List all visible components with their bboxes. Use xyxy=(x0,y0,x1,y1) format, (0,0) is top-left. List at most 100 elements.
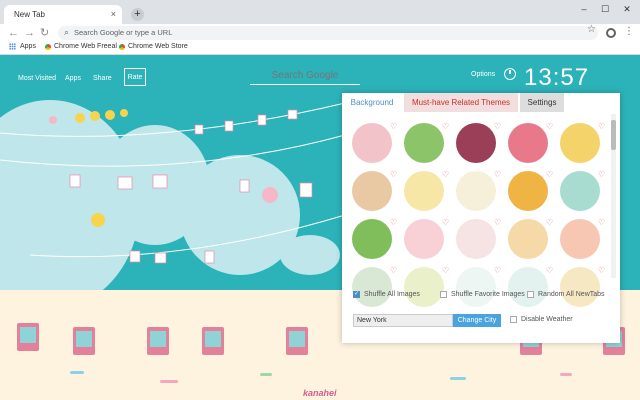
options-link[interactable]: Options xyxy=(471,71,495,78)
background-thumbnail[interactable]: ♡ xyxy=(558,217,610,265)
thumbnail-image[interactable] xyxy=(508,123,548,163)
background-thumbnail[interactable]: ♡ xyxy=(454,121,506,169)
background-thumbnail[interactable]: ♡ xyxy=(558,121,610,169)
background-thumbnail[interactable]: ♡ xyxy=(506,169,558,217)
thumbnail-image[interactable] xyxy=(456,171,496,211)
omnibox[interactable]: ⌕ Search Google or type a URL xyxy=(58,26,598,40)
thumbnail-image[interactable] xyxy=(456,219,496,259)
clock-icon[interactable] xyxy=(504,68,516,80)
checkbox[interactable] xyxy=(440,291,447,298)
thumbnail-image[interactable] xyxy=(404,219,444,259)
background-thumbnail[interactable]: ♡ xyxy=(558,169,610,217)
page-search-input[interactable] xyxy=(250,67,360,85)
background-thumbnail[interactable]: ♡ xyxy=(558,265,610,313)
heart-icon[interactable]: ♡ xyxy=(390,266,397,275)
close-window-icon[interactable]: ✕ xyxy=(620,4,634,15)
heart-icon[interactable]: ♡ xyxy=(546,218,553,227)
most-visited-link[interactable]: Most Visited xyxy=(18,75,56,82)
heart-icon[interactable]: ♡ xyxy=(390,122,397,131)
heart-icon[interactable]: ♡ xyxy=(598,122,605,131)
option-shuffle-all[interactable]: Shuffle All Images xyxy=(353,290,420,298)
option-shuffle-favorite[interactable]: Shuffle Favorite Images xyxy=(440,291,525,298)
change-city-button[interactable]: Change City xyxy=(453,314,501,327)
thumbnail-image[interactable] xyxy=(508,171,548,211)
heart-icon[interactable]: ♡ xyxy=(598,170,605,179)
thumbnail-image[interactable] xyxy=(404,267,444,307)
apps-link[interactable]: Apps xyxy=(65,75,81,82)
background-thumbnail[interactable]: ♡ xyxy=(454,169,506,217)
heart-icon[interactable]: ♡ xyxy=(390,170,397,179)
heart-icon[interactable]: ♡ xyxy=(494,266,501,275)
thumbnail-image[interactable] xyxy=(508,267,548,307)
background-thumbnail[interactable]: ♡ xyxy=(454,217,506,265)
rate-button[interactable]: Rate xyxy=(124,68,146,86)
disable-weather-option[interactable]: Disable Weather xyxy=(510,316,573,323)
background-thumbnail[interactable]: ♡ xyxy=(350,169,402,217)
thumbnail-image[interactable] xyxy=(560,219,600,259)
background-thumbnail[interactable]: ♡ xyxy=(402,121,454,169)
thumbnail-image[interactable] xyxy=(404,171,444,211)
heart-icon[interactable]: ♡ xyxy=(598,266,605,275)
background-thumbnail[interactable]: ♡ xyxy=(506,121,558,169)
heart-icon[interactable]: ♡ xyxy=(494,170,501,179)
tab-related-themes[interactable]: Must-have Related Themes xyxy=(404,93,518,112)
heart-icon[interactable]: ♡ xyxy=(442,122,449,131)
building-window xyxy=(202,327,224,355)
background-thumbnail[interactable]: ♡ xyxy=(402,265,454,313)
menu-dots-icon[interactable]: ⋮ xyxy=(624,25,634,38)
background-thumbnail[interactable]: ♡ xyxy=(350,217,402,265)
background-thumbnail[interactable]: ♡ xyxy=(402,169,454,217)
background-thumbnail[interactable]: ♡ xyxy=(350,265,402,313)
back-icon[interactable]: ← xyxy=(8,27,19,39)
maximize-icon[interactable]: ☐ xyxy=(598,4,612,15)
thumbnail-image[interactable] xyxy=(352,267,392,307)
checkbox-checked[interactable] xyxy=(353,290,360,298)
bookmark-apps[interactable]: Apps xyxy=(9,43,36,50)
option-random-newtabs[interactable]: Random All NewTabs xyxy=(527,291,605,298)
scrollbar[interactable] xyxy=(611,114,616,278)
thumbnail-image[interactable] xyxy=(352,171,392,211)
tab-close-icon[interactable]: × xyxy=(111,9,116,19)
bookmark-chrome-web-store[interactable]: Chrome Web Store xyxy=(119,43,188,50)
reload-icon[interactable]: ↻ xyxy=(40,27,49,39)
heart-icon[interactable]: ♡ xyxy=(390,218,397,227)
thumbnail-image[interactable] xyxy=(560,171,600,211)
tab-settings[interactable]: Settings xyxy=(520,93,564,112)
thumbnail-image[interactable] xyxy=(352,219,392,259)
checkbox[interactable] xyxy=(510,316,517,323)
background-thumbnail[interactable]: ♡ xyxy=(506,265,558,313)
heart-icon[interactable]: ♡ xyxy=(546,170,553,179)
background-thumbnail[interactable]: ♡ xyxy=(402,217,454,265)
tab-background[interactable]: Background xyxy=(342,93,402,112)
bookmark-chrome-web-freeal[interactable]: Chrome Web Freeal xyxy=(45,43,117,50)
heart-icon[interactable]: ♡ xyxy=(442,218,449,227)
heart-icon[interactable]: ♡ xyxy=(598,218,605,227)
decor-stripe xyxy=(70,371,84,374)
new-tab-button[interactable]: + xyxy=(131,8,144,21)
thumbnail-image[interactable] xyxy=(404,123,444,163)
forward-icon[interactable]: → xyxy=(24,27,35,39)
heart-icon[interactable]: ♡ xyxy=(442,170,449,179)
background-thumbnail[interactable]: ♡ xyxy=(454,265,506,313)
thumbnail-image[interactable] xyxy=(456,267,496,307)
background-thumbnail[interactable]: ♡ xyxy=(506,217,558,265)
checkbox[interactable] xyxy=(527,291,534,298)
heart-icon[interactable]: ♡ xyxy=(494,218,501,227)
bookmark-star-icon[interactable]: ☆ xyxy=(587,24,596,35)
thumbnail-image[interactable] xyxy=(456,123,496,163)
minimize-icon[interactable]: – xyxy=(577,4,591,14)
thumbnail-image[interactable] xyxy=(560,123,600,163)
tab-new-tab[interactable]: New Tab × xyxy=(4,5,122,24)
heart-icon[interactable]: ♡ xyxy=(546,122,553,131)
thumbnail-image[interactable] xyxy=(560,267,600,307)
heart-icon[interactable]: ♡ xyxy=(494,122,501,131)
heart-icon[interactable]: ♡ xyxy=(442,266,449,275)
thumbnail-image[interactable] xyxy=(352,123,392,163)
heart-icon[interactable]: ♡ xyxy=(546,266,553,275)
account-icon[interactable] xyxy=(606,28,616,38)
share-link[interactable]: Share xyxy=(93,75,112,82)
city-input[interactable] xyxy=(353,314,453,327)
background-thumbnail[interactable]: ♡ xyxy=(350,121,402,169)
scrollbar-thumb[interactable] xyxy=(611,120,616,150)
thumbnail-image[interactable] xyxy=(508,219,548,259)
